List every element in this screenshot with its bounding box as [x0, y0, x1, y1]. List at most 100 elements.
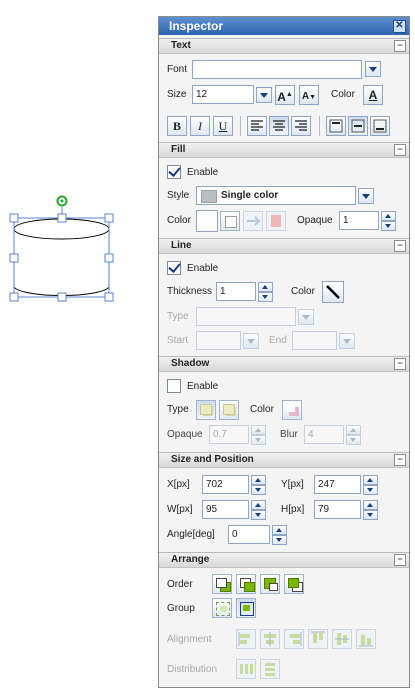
section-text-header[interactable]: Text − — [159, 38, 409, 54]
fill-color-swatch[interactable] — [196, 210, 218, 232]
text-color-icon[interactable]: A — [363, 85, 383, 105]
y-label: Y[px] — [281, 479, 304, 490]
line-type-select[interactable] — [196, 307, 296, 326]
font-dropdown-button[interactable] — [365, 61, 381, 77]
shadow-opaque-input[interactable]: 0.7 — [209, 425, 249, 444]
resize-handle-nw[interactable] — [9, 213, 19, 223]
fill-opaque-input[interactable]: 1 — [339, 211, 379, 230]
shadow-blur-stepper[interactable] — [346, 425, 361, 445]
bold-button[interactable]: B — [167, 116, 187, 136]
fill-style-select[interactable]: Single color — [196, 186, 356, 205]
align-middles-icon — [332, 629, 352, 649]
valign-bottom-icon[interactable] — [370, 116, 390, 136]
shadow-type-1-icon[interactable] — [196, 400, 216, 420]
align-right-icon[interactable] — [291, 116, 311, 136]
line-start-dropdown-button[interactable] — [243, 333, 259, 349]
section-text-title: Text — [171, 40, 191, 51]
close-icon[interactable]: ✕ — [393, 20, 406, 33]
y-input[interactable]: 247 — [314, 475, 361, 494]
group-icon[interactable] — [236, 598, 256, 618]
y-stepper[interactable] — [363, 475, 378, 495]
line-end-dropdown-button[interactable] — [339, 333, 355, 349]
resize-handle-se[interactable] — [104, 292, 114, 302]
section-line-title: Line — [171, 240, 192, 251]
line-thickness-stepper[interactable] — [258, 282, 273, 302]
shadow-color-icon[interactable] — [282, 400, 302, 420]
collapse-icon[interactable]: − — [394, 554, 406, 566]
section-line-header[interactable]: Line − — [159, 238, 409, 254]
w-stepper[interactable] — [251, 500, 266, 520]
alignment-label: Alignment — [167, 634, 212, 645]
line-start-select[interactable] — [196, 331, 241, 350]
font-select[interactable] — [192, 60, 362, 79]
collapse-icon[interactable]: − — [394, 454, 406, 466]
x-stepper[interactable] — [251, 475, 266, 495]
underline-button[interactable]: U — [213, 116, 233, 136]
line-enable-label: Enable — [187, 263, 219, 274]
h-stepper[interactable] — [363, 500, 378, 520]
valign-top-icon[interactable] — [326, 116, 346, 136]
font-grow-icon[interactable]: A▲ — [275, 85, 295, 105]
section-arrange-header[interactable]: Arrange − — [159, 552, 409, 568]
line-color-icon[interactable] — [322, 281, 344, 303]
bring-forward-icon[interactable] — [236, 574, 256, 594]
angle-label: Angle[deg] — [167, 529, 215, 540]
bring-to-front-icon[interactable] — [212, 574, 232, 594]
section-arrange-title: Arrange — [171, 554, 210, 565]
section-size-position-header[interactable]: Size and Position − — [159, 452, 409, 468]
fill-style-dropdown-button[interactable] — [358, 188, 374, 204]
fill-opaque-stepper[interactable] — [381, 211, 396, 231]
resize-handle-w[interactable] — [9, 253, 19, 263]
angle-input[interactable]: 0 — [228, 525, 270, 544]
shadow-opaque-stepper[interactable] — [251, 425, 266, 445]
line-end-select[interactable] — [292, 331, 337, 350]
resize-handle-s[interactable] — [57, 292, 67, 302]
fill-enable-label: Enable — [187, 167, 219, 178]
italic-button[interactable]: I — [190, 116, 210, 136]
send-to-back-icon[interactable] — [284, 574, 304, 594]
shadow-blur-input[interactable]: 4 — [304, 425, 344, 444]
align-center-icon[interactable] — [269, 116, 289, 136]
shadow-type-label: Type — [167, 404, 189, 415]
x-input[interactable]: 702 — [202, 475, 249, 494]
section-fill-header[interactable]: Fill − — [159, 142, 409, 158]
size-dropdown-button[interactable] — [256, 87, 272, 103]
section-shadow-title: Shadow — [171, 358, 210, 369]
collapse-icon[interactable]: − — [394, 358, 406, 370]
collapse-icon[interactable]: − — [394, 40, 406, 52]
fill-enable-checkbox[interactable] — [167, 165, 181, 179]
resize-handle-ne[interactable] — [104, 213, 114, 223]
h-input[interactable]: 79 — [314, 500, 361, 519]
size-select[interactable]: 12 — [192, 85, 254, 104]
font-label: Font — [167, 64, 188, 75]
line-type-dropdown-button[interactable] — [298, 309, 314, 325]
collapse-icon[interactable]: − — [394, 240, 406, 252]
angle-stepper[interactable] — [272, 525, 287, 545]
fill-swatch-icon — [201, 190, 217, 203]
ungroup-icon[interactable] — [212, 598, 232, 618]
resize-handle-n[interactable] — [57, 213, 67, 223]
inspector-panel: Inspector ✕ Text − Font Size 12 A▲ A▼ Co… — [158, 16, 410, 688]
distribute-vertical-icon — [260, 659, 280, 679]
inspector-titlebar: Inspector ✕ — [159, 17, 409, 35]
font-shrink-icon[interactable]: A▼ — [299, 85, 319, 105]
fill-color-picker-icon[interactable] — [220, 211, 240, 231]
resize-handle-e[interactable] — [104, 253, 114, 263]
collapse-icon[interactable]: − — [394, 144, 406, 156]
shadow-color-label: Color — [250, 404, 274, 415]
cylinder-shape[interactable] — [13, 218, 110, 297]
fill-style-value: Single color — [221, 190, 279, 201]
drawing-canvas[interactable] — [0, 0, 158, 694]
line-enable-checkbox[interactable] — [167, 261, 181, 275]
resize-handle-sw[interactable] — [9, 292, 19, 302]
w-input[interactable]: 95 — [202, 500, 249, 519]
send-backward-icon[interactable] — [260, 574, 280, 594]
shadow-enable-label: Enable — [187, 381, 219, 392]
align-left-icon[interactable] — [247, 116, 267, 136]
section-shadow-header[interactable]: Shadow − — [159, 356, 409, 372]
valign-middle-icon[interactable] — [348, 116, 368, 136]
inspector-title: Inspector — [169, 19, 224, 33]
line-thickness-input[interactable]: 1 — [216, 282, 256, 301]
shadow-enable-checkbox[interactable] — [167, 379, 181, 393]
shadow-type-2-icon[interactable] — [219, 400, 239, 420]
